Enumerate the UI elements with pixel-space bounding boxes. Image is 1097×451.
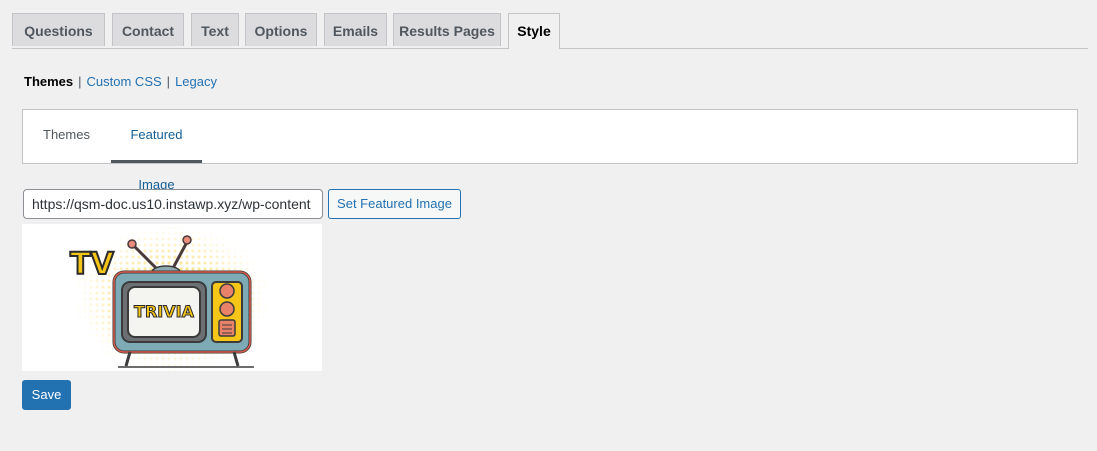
tab-contact[interactable]: Contact [112, 13, 184, 46]
sublink-themes[interactable]: Themes [24, 74, 73, 89]
tab-questions[interactable]: Questions [12, 13, 105, 46]
tab-options[interactable]: Options [245, 13, 317, 46]
tv-trivia-image: TRIVIA TV [69, 227, 267, 371]
style-sublinks: Themes | Custom CSS | Legacy [24, 73, 217, 91]
tab-results-pages[interactable]: Results Pages [393, 13, 501, 46]
tab-style[interactable]: Style [508, 13, 560, 49]
sublink-legacy[interactable]: Legacy [175, 74, 217, 89]
tab-text[interactable]: Text [191, 13, 239, 46]
tab-emails[interactable]: Emails [324, 13, 387, 46]
image-screen-text: TRIVIA [134, 302, 195, 321]
sublink-separator: | [78, 74, 82, 89]
featured-image-preview: TRIVIA TV [22, 224, 322, 371]
sublink-custom-css[interactable]: Custom CSS [87, 74, 162, 89]
tab-themes[interactable]: Themes [43, 110, 90, 163]
tab-featured-image[interactable]: Featured Image [111, 110, 202, 192]
image-top-text: TV [70, 247, 114, 282]
sublink-separator: | [166, 74, 171, 89]
nav-tab-bar: Questions Contact Text Options Emails Re… [12, 13, 1088, 49]
save-button[interactable]: Save [22, 380, 71, 410]
theme-tabs-panel: Themes Featured Image [22, 109, 1078, 192]
featured-image-url-input[interactable] [23, 189, 323, 219]
set-featured-image-button[interactable]: Set Featured Image [328, 189, 461, 219]
